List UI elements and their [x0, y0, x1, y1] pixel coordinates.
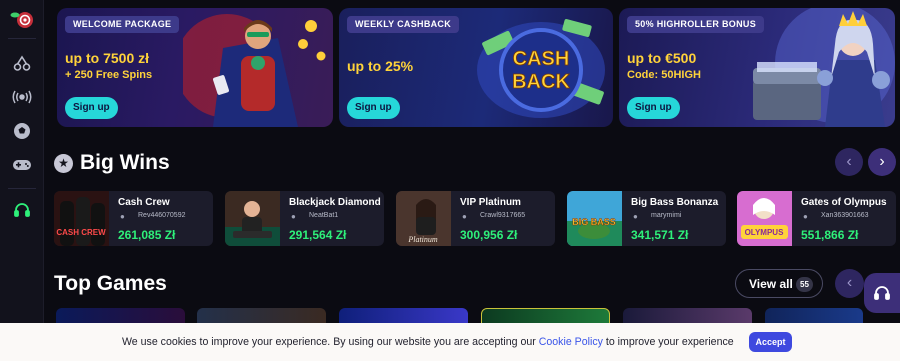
view-all-button[interactable]: View all 55 [735, 269, 823, 298]
user-icon: ● [291, 212, 296, 221]
games-count-badge: 55 [796, 277, 813, 292]
cashback-illustration: CASH BACK [477, 19, 605, 118]
win-amount: 341,571 Zł [631, 228, 689, 242]
win-username: Crawl9317665 [480, 212, 526, 219]
big-wins-prev-button[interactable]: ‹ [835, 148, 863, 176]
cookie-policy-link[interactable]: Cookie Policy [539, 336, 603, 348]
cherries-icon[interactable] [10, 51, 34, 75]
gamepad-icon[interactable] [10, 153, 34, 177]
blackjack-diamond-thumbnail [225, 191, 280, 246]
soccer-ball-icon[interactable] [10, 119, 34, 143]
sidebar [0, 0, 44, 361]
cookie-text-before: We use cookies to improve your experienc… [122, 336, 536, 348]
vip-platinum-thumbnail: Platinum [396, 191, 451, 246]
sign-up-button[interactable]: Sign up [347, 97, 400, 119]
win-game-name: Big Bass Bonanza [631, 197, 719, 208]
user-icon: ● [120, 212, 125, 221]
sidebar-divider [8, 188, 36, 189]
win-username: Rev446070592 [138, 212, 186, 219]
accept-cookies-button[interactable]: Accept [749, 332, 792, 352]
sidebar-divider [8, 38, 36, 39]
top-games-title: Top Games [54, 272, 167, 295]
win-username: Xan363901663 [821, 212, 869, 219]
user-icon: ● [633, 212, 638, 221]
win-card[interactable]: OLYMPUS Gates of Olympus ● Xan363901663 … [737, 191, 896, 246]
promo-tag: WELCOME PACKAGE [65, 16, 180, 33]
logo-icon[interactable] [10, 8, 34, 32]
casino-app: WELCOME PACKAGE up to 7500 zł + 250 Free… [0, 0, 900, 361]
thumb-label: CASH CREW [56, 228, 106, 237]
live-broadcast-icon[interactable] [10, 85, 34, 109]
promo-welcome-package[interactable]: WELCOME PACKAGE up to 7500 zł + 250 Free… [57, 8, 333, 127]
sign-up-button[interactable]: Sign up [627, 97, 680, 119]
promo-subline: + 250 Free Spins [65, 69, 153, 81]
promo-subline: Code: 50HIGH [627, 69, 701, 81]
top-games-prev-button[interactable]: ‹ [835, 269, 864, 298]
user-icon: ● [803, 212, 808, 221]
win-card[interactable]: CASH CREW Cash Crew ● Rev446070592 261,0… [54, 191, 213, 246]
win-amount: 551,866 Zł [801, 228, 859, 242]
win-amount: 300,956 Zł [460, 228, 518, 242]
star-icon: ★ [54, 154, 73, 173]
support-headset-button[interactable] [864, 273, 900, 313]
promo-tag: 50% HIGHROLLER BONUS [627, 16, 765, 33]
win-card[interactable]: BIG BASS Big Bass Bonanza ● marymimi 341… [567, 191, 726, 246]
thumb-label: Platinum [407, 235, 438, 244]
headset-icon [874, 286, 890, 300]
promo-tag: WEEKLY CASHBACK [347, 16, 460, 33]
promo-highroller-bonus[interactable]: 50% HIGHROLLER BONUS up to €500 Code: 50… [619, 8, 895, 127]
win-username: NeatBat1 [309, 212, 339, 219]
promo-headline: up to 25% [347, 58, 414, 74]
gates-of-olympus-thumbnail: OLYMPUS [737, 191, 792, 246]
cookie-message: We use cookies to improve your experienc… [122, 336, 734, 348]
thumb-label: BIG BASS [572, 217, 616, 227]
win-card[interactable]: Blackjack Diamond ● NeatBat1 291,564 Zł [225, 191, 384, 246]
win-username: marymimi [651, 212, 682, 219]
promo-headline: up to €500 [627, 50, 697, 66]
win-amount: 261,085 Zł [118, 228, 176, 242]
big-bass-bonanza-thumbnail: BIG BASS [567, 191, 622, 246]
thumb-label: OLYMPUS [745, 228, 784, 237]
cookie-banner: We use cookies to improve your experienc… [0, 323, 900, 361]
cashback-art-word-1: CASH [513, 48, 570, 70]
view-all-label: View all [749, 277, 793, 291]
cookie-text-after: to improve your experience [605, 336, 734, 348]
win-game-name: Blackjack Diamond [289, 197, 381, 208]
big-wins-next-button[interactable]: › [868, 148, 896, 176]
win-game-name: VIP Platinum [460, 197, 521, 208]
superhero-illustration [183, 14, 326, 127]
user-icon: ● [462, 212, 467, 221]
cashback-art-word-2: BACK [512, 71, 570, 93]
win-game-name: Cash Crew [118, 197, 170, 208]
win-card[interactable]: Platinum VIP Platinum ● Crawl9317665 300… [396, 191, 555, 246]
promo-headline: up to 7500 zł [65, 50, 150, 66]
headset-icon[interactable] [10, 198, 34, 222]
sign-up-button[interactable]: Sign up [65, 97, 118, 119]
win-game-name: Gates of Olympus [801, 197, 887, 208]
cash-crew-thumbnail: CASH CREW [54, 191, 109, 246]
big-wins-title: Big Wins [80, 151, 170, 174]
promo-weekly-cashback[interactable]: CASH BACK WEEKLY CASHBACK up to 25% Sign… [339, 8, 613, 127]
win-amount: 291,564 Zł [289, 228, 347, 242]
